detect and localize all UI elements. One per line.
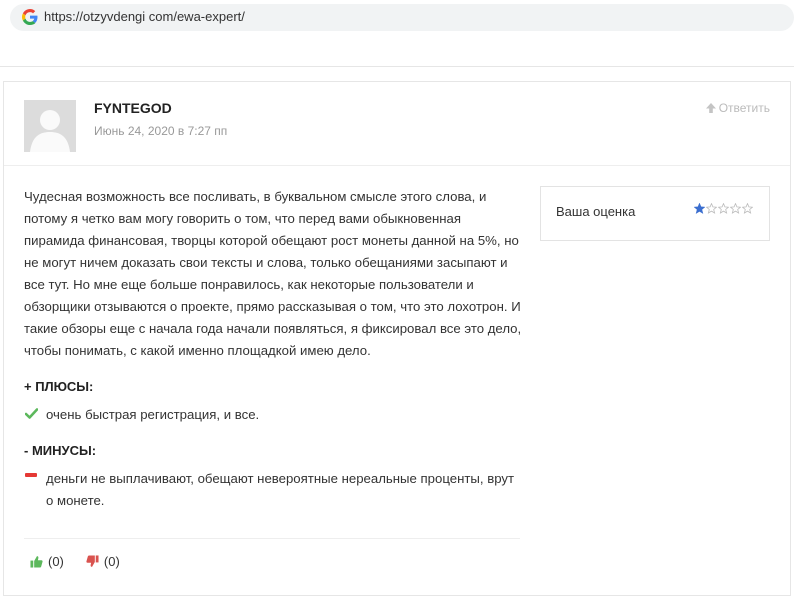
pros-text: очень быстрая регистрация, и все. xyxy=(46,407,260,422)
page-divider xyxy=(0,66,794,67)
address-bar[interactable]: https://otzyvdengi com/ewa-expert/ xyxy=(10,4,794,31)
arrow-up-icon xyxy=(705,103,716,113)
dislike-button[interactable]: (0) xyxy=(86,554,120,569)
votes-separator xyxy=(24,538,520,539)
check-icon xyxy=(24,404,38,419)
cons-text: деньги не выплачивают, обещают невероятн… xyxy=(46,471,515,508)
like-button[interactable]: (0) xyxy=(30,554,64,569)
votes-bar: (0) (0) xyxy=(30,554,120,569)
star-filled-icon[interactable] xyxy=(694,203,705,214)
comment-author[interactable]: FYNTEGOD xyxy=(94,100,172,116)
comment-header: FYNTEGOD Июнь 24, 2020 в 7:27 пп Ответит… xyxy=(4,82,790,166)
rating-box: Ваша оценка xyxy=(540,186,770,241)
comment-card: FYNTEGOD Июнь 24, 2020 в 7:27 пп Ответит… xyxy=(3,81,791,596)
default-avatar-icon xyxy=(24,100,76,152)
dislike-count: (0) xyxy=(103,554,120,569)
star-empty-icon[interactable] xyxy=(742,203,753,214)
thumbs-up-icon xyxy=(30,556,43,568)
pros-item: очень быстрая регистрация, и все. xyxy=(24,404,524,426)
thumbs-down-icon xyxy=(86,555,99,567)
cons-item: деньги не выплачивают, обещают невероятн… xyxy=(24,468,524,512)
star-empty-icon[interactable] xyxy=(730,203,741,214)
reply-button[interactable]: Ответить xyxy=(705,101,770,115)
comment-date: Июнь 24, 2020 в 7:27 пп xyxy=(94,124,228,138)
minus-icon xyxy=(24,468,38,478)
url-text[interactable]: https://otzyvdengi com/ewa-expert/ xyxy=(44,9,245,24)
cons-title: - МИНУСЫ: xyxy=(24,443,97,458)
comment-text: Чудесная возможность все посливать, в бу… xyxy=(24,189,522,358)
comment-body: Чудесная возможность все посливать, в бу… xyxy=(24,186,524,512)
rating-label: Ваша оценка xyxy=(556,204,636,219)
pros-title: + ПЛЮСЫ: xyxy=(24,379,94,394)
like-count: (0) xyxy=(48,554,64,569)
rating-stars xyxy=(694,203,753,214)
star-empty-icon[interactable] xyxy=(718,203,729,214)
star-empty-icon[interactable] xyxy=(706,203,717,214)
avatar xyxy=(24,100,76,152)
google-icon xyxy=(22,9,38,25)
reply-label: Ответить xyxy=(718,101,770,115)
